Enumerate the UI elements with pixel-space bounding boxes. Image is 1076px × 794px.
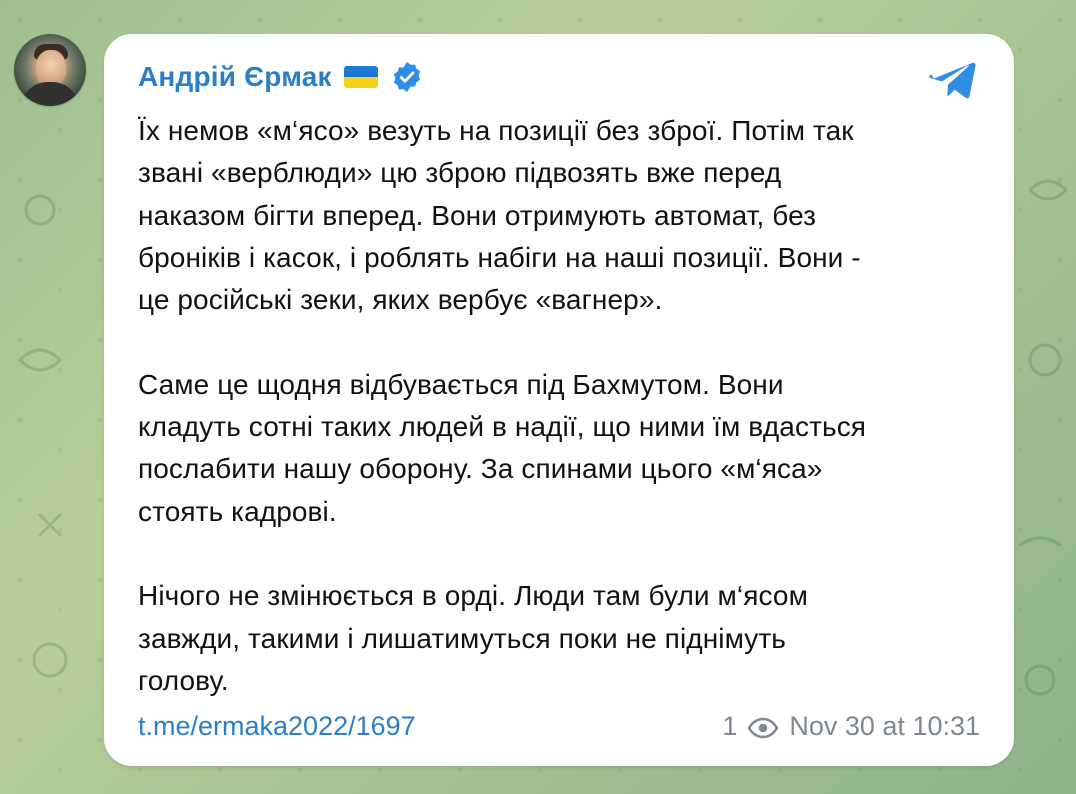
ukraine-flag-icon xyxy=(343,66,378,88)
message-header: Андрій Єрмак xyxy=(138,60,424,94)
message-bubble: Андрій Єрмак Їх немов «м‘ясо» везуть на … xyxy=(104,34,1014,766)
message-meta: 1 Nov 30 at 10:31 xyxy=(722,711,980,742)
avatar[interactable] xyxy=(14,34,86,106)
telegram-icon[interactable] xyxy=(928,54,980,106)
post-link[interactable]: t.me/ermaka2022/1697 xyxy=(138,711,416,742)
timestamp: Nov 30 at 10:31 xyxy=(789,710,980,741)
avatar-body xyxy=(20,82,80,106)
verified-badge-icon xyxy=(390,60,424,94)
avatar-face xyxy=(36,50,66,86)
eye-icon xyxy=(747,715,779,739)
message-text: Їх немов «м‘ясо» везуть на позиції без з… xyxy=(138,115,867,696)
view-count: 1 xyxy=(722,710,738,741)
message-footer: t.me/ermaka2022/1697 1 Nov 30 at 10:31 xyxy=(138,708,980,744)
author-name[interactable]: Андрій Єрмак xyxy=(138,63,332,91)
